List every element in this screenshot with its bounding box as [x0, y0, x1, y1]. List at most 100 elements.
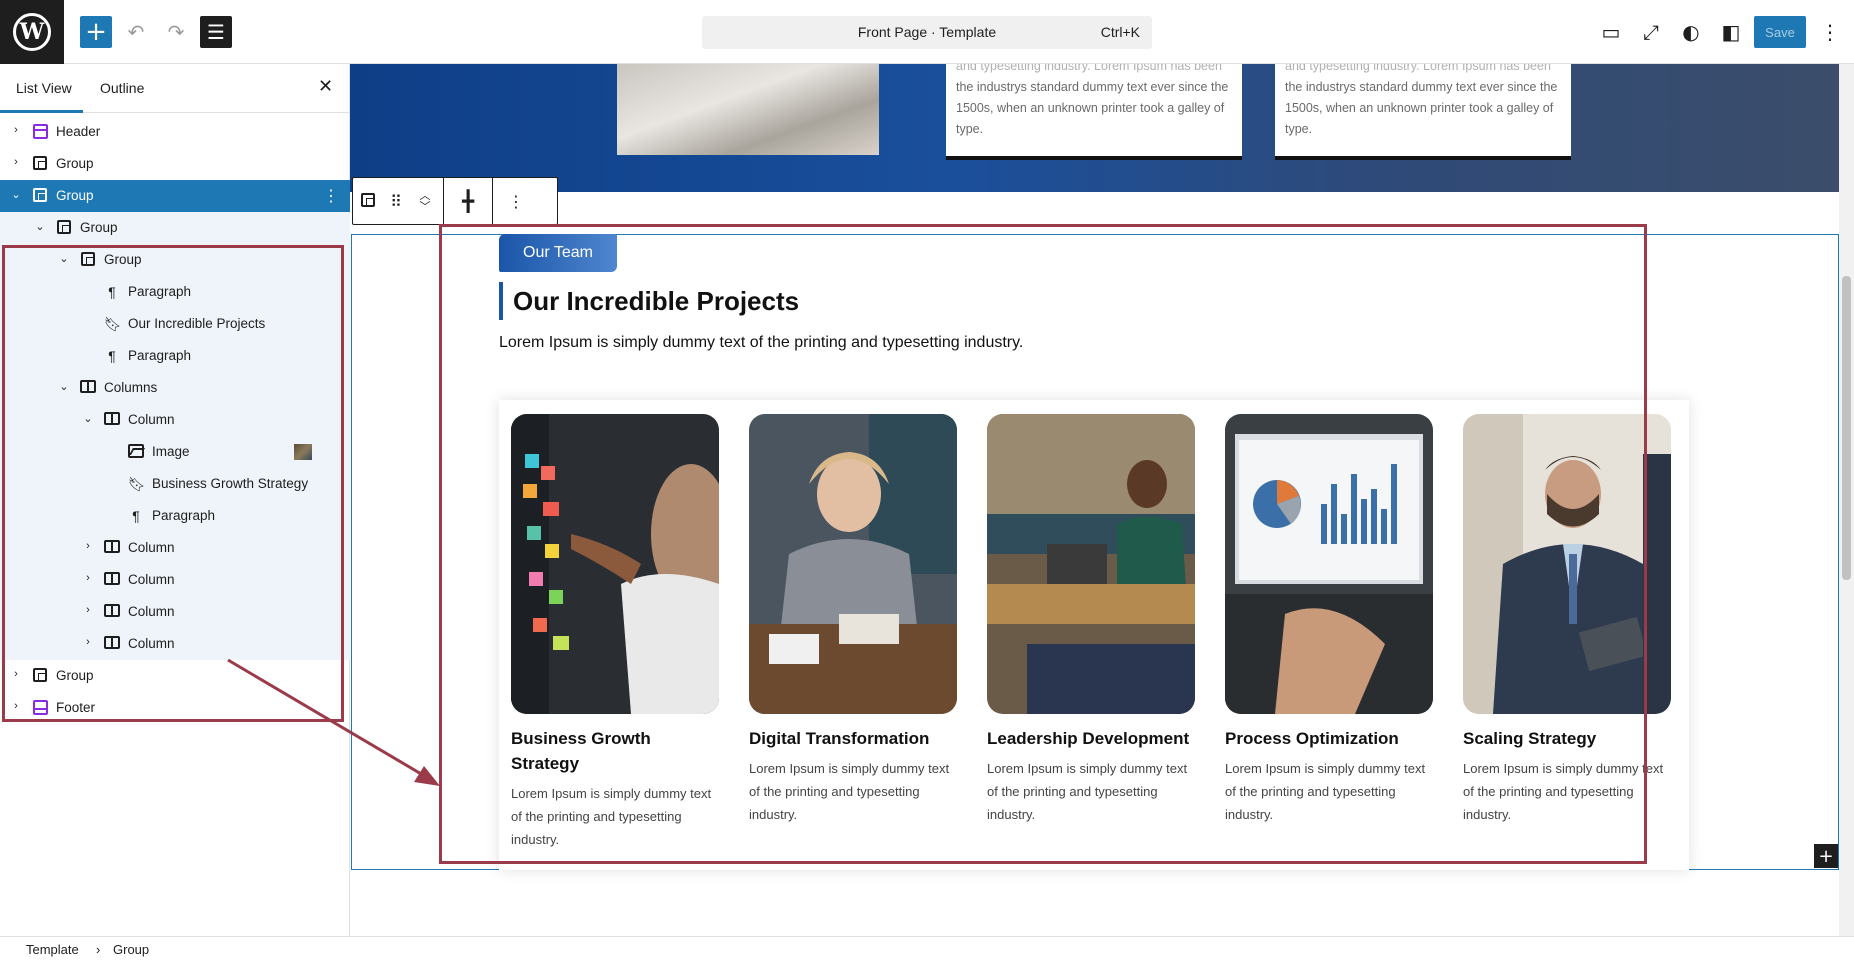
- list-item-label: Columns: [104, 380, 158, 395]
- hero-meeting-photo: [617, 64, 879, 155]
- hero-card-line: the industrys standard dummy text ever s…: [1285, 80, 1558, 94]
- list-view-icon: ☰: [207, 20, 225, 44]
- undo-button[interactable]: ↶: [120, 16, 152, 48]
- list-item-column[interactable]: › Column: [0, 532, 350, 564]
- drag-handle[interactable]: ⠿: [383, 178, 409, 224]
- template-part-icon: [32, 124, 48, 140]
- list-item-paragraph[interactable]: ¶ Paragraph: [0, 500, 350, 532]
- redo-button[interactable]: ↷: [160, 16, 192, 48]
- list-item-heading[interactable]: 🔖︎ Business Growth Strategy: [0, 468, 350, 500]
- breadcrumb-group[interactable]: Group: [113, 942, 149, 957]
- list-item-group-selected[interactable]: ⌄ Group ⋮: [0, 180, 350, 212]
- command-shortcut: Ctrl+K: [1100, 24, 1140, 40]
- fullscreen-button[interactable]: ⤢: [1635, 16, 1667, 48]
- image-thumbnail: [294, 444, 312, 460]
- chevron-down-icon[interactable]: ⌄: [34, 220, 46, 233]
- group-icon: [361, 192, 375, 211]
- chevron-right-icon[interactable]: ›: [10, 124, 22, 136]
- plus-icon: +: [1818, 845, 1834, 867]
- chevron-right-icon[interactable]: ›: [10, 700, 22, 712]
- bookmark-icon: 🔖︎: [104, 316, 122, 332]
- drag-handle-icon: ⠿: [390, 191, 402, 211]
- add-block-button[interactable]: +: [80, 16, 112, 48]
- editor-top-bar: W + ↶ ↷ ☰ Front Page · Template Ctrl+K ▭…: [0, 0, 1854, 64]
- list-item-header[interactable]: › Header: [0, 116, 350, 148]
- list-item-columns[interactable]: ⌄ Columns: [0, 372, 350, 404]
- paragraph-icon: ¶: [132, 508, 140, 524]
- chevron-down-icon[interactable]: ﹀: [420, 201, 431, 212]
- styles-button[interactable]: ◐: [1675, 16, 1707, 48]
- list-item-image[interactable]: Image: [0, 436, 350, 468]
- options-menu-button[interactable]: ⋮: [1814, 16, 1846, 48]
- chevron-down-icon[interactable]: ⌄: [82, 412, 94, 425]
- list-item-group[interactable]: ⌄ Group: [0, 244, 350, 276]
- group-icon: [32, 668, 48, 684]
- close-icon[interactable]: ✕: [318, 76, 333, 97]
- command-palette-bar[interactable]: Front Page · Template Ctrl+K: [702, 16, 1152, 49]
- hero-card-line: 1500s, when an unknown printer took a ga…: [956, 101, 1225, 115]
- save-button[interactable]: Save: [1754, 16, 1806, 48]
- hero-card-line: the industrys standard dummy text ever s…: [956, 80, 1229, 94]
- list-item-label: Our Incredible Projects: [128, 316, 266, 331]
- column-icon: [104, 636, 120, 652]
- list-item-paragraph[interactable]: ¶ Paragraph: [0, 340, 350, 372]
- column-icon: [104, 540, 120, 556]
- document-overview-button[interactable]: ☰: [200, 16, 232, 48]
- list-item-label: Column: [128, 412, 175, 427]
- hero-card-line: and typesetting industry. Lorem Ipsum ha…: [956, 64, 1222, 73]
- undo-icon: ↶: [127, 20, 145, 44]
- tab-outline[interactable]: Outline: [100, 80, 144, 96]
- chevron-right-icon[interactable]: ›: [82, 540, 94, 552]
- hero-card-line: type.: [1285, 122, 1313, 136]
- chevron-right-icon[interactable]: ›: [10, 668, 22, 680]
- paragraph-icon: ¶: [108, 284, 116, 300]
- move-buttons[interactable]: ︿ ﹀: [409, 178, 441, 224]
- list-item-label: Group: [56, 188, 94, 203]
- group-icon: [56, 220, 72, 236]
- list-item-label: Paragraph: [128, 284, 192, 299]
- preview-device-button[interactable]: ▭: [1595, 16, 1627, 48]
- block-options-button[interactable]: ⋮: [493, 178, 539, 224]
- chevron-right-icon[interactable]: ›: [10, 156, 22, 168]
- list-item-heading[interactable]: 🔖︎ Our Incredible Projects: [0, 308, 350, 340]
- list-item-label: Header: [56, 124, 101, 139]
- tab-list-view[interactable]: List View: [16, 80, 72, 96]
- breadcrumb-template[interactable]: Template: [26, 942, 79, 957]
- list-item-label: Paragraph: [128, 348, 192, 363]
- list-item-column[interactable]: › Column: [0, 628, 350, 660]
- annotation-highlight-canvas: [439, 224, 1647, 864]
- chevron-right-icon[interactable]: ›: [82, 604, 94, 616]
- block-type-button[interactable]: [353, 178, 383, 224]
- add-block-inline-button[interactable]: +: [1814, 844, 1838, 868]
- more-vertical-icon: ⋮: [508, 191, 524, 211]
- list-item-column[interactable]: › Column: [0, 564, 350, 596]
- list-item-paragraph[interactable]: ¶ Paragraph: [0, 276, 350, 308]
- chevron-right-icon[interactable]: ›: [82, 572, 94, 584]
- canvas-scrollbar-thumb[interactable]: [1842, 276, 1851, 580]
- chevron-down-icon[interactable]: ⌄: [10, 188, 22, 201]
- align-button[interactable]: ╋: [444, 178, 492, 224]
- wordpress-logo-button[interactable]: W: [0, 0, 64, 64]
- desktop-icon: ▭: [1601, 20, 1621, 44]
- list-item-label: Column: [128, 604, 175, 619]
- list-item-group[interactable]: ⌄ Group: [0, 212, 350, 244]
- chevron-right-icon[interactable]: ›: [82, 636, 94, 648]
- active-tab-indicator: [0, 110, 83, 113]
- hero-card-line: and typesetting industry. Lorem Ipsum ha…: [1285, 64, 1551, 73]
- expand-icon: ⤢: [1643, 20, 1659, 44]
- list-item-footer[interactable]: › Footer: [0, 692, 350, 724]
- settings-sidebar-button[interactable]: ◧: [1715, 16, 1747, 48]
- list-item-column[interactable]: › Column: [0, 596, 350, 628]
- chevron-down-icon[interactable]: ⌄: [58, 380, 70, 393]
- list-item-group[interactable]: › Group: [0, 660, 350, 692]
- chevron-down-icon[interactable]: ⌄: [58, 252, 70, 265]
- block-breadcrumb-bar: Template › Group: [0, 936, 1854, 961]
- list-item-column[interactable]: ⌄ Column: [0, 404, 350, 436]
- list-item-label: Paragraph: [152, 508, 216, 523]
- list-item-label: Image: [152, 444, 190, 459]
- more-vertical-icon[interactable]: ⋮: [323, 186, 339, 206]
- editor-canvas: and typesetting industry. Lorem Ipsum ha…: [350, 64, 1854, 936]
- hero-card-line: type.: [956, 122, 984, 136]
- redo-icon: ↷: [167, 20, 185, 44]
- list-item-group[interactable]: › Group: [0, 148, 350, 180]
